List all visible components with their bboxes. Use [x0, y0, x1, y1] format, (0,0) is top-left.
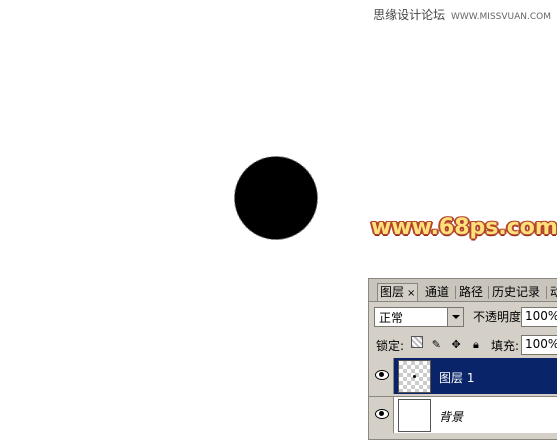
tab-actions-label: 动 — [550, 285, 557, 299]
opacity-value: 100% — [525, 309, 557, 323]
tab-divider — [488, 286, 489, 299]
layer-thumbnail — [398, 399, 431, 432]
blend-mode-value: 正常 — [379, 311, 404, 325]
watermark-url: WWW.MISSVUAN.COM — [451, 12, 551, 22]
thumbnail-dot — [413, 375, 416, 378]
fill-input[interactable]: 100% — [521, 335, 557, 355]
tab-history[interactable]: 历史记录 — [490, 284, 542, 301]
tab-layers[interactable]: 图层 × — [377, 283, 419, 301]
opacity-label: 不透明度: — [473, 310, 526, 324]
panel-tabs: 图层 × 通道 路径 历史记录 动 — [369, 279, 557, 302]
visibility-toggle[interactable] — [369, 358, 394, 394]
watermark-site-name: 思缘设计论坛 — [373, 8, 446, 22]
watermark-text: 思缘设计论坛 WWW.MISSVUAN.COM — [373, 6, 551, 23]
fill-value: 100% — [525, 337, 557, 351]
close-icon[interactable]: × — [407, 288, 415, 299]
eye-icon — [375, 370, 389, 380]
lock-all-icon[interactable]: 🔒︎ — [469, 338, 482, 351]
layer-name: 背景 — [439, 410, 464, 424]
blend-mode-select[interactable]: 正常 — [374, 307, 464, 327]
lock-brush-icon[interactable]: ✎ — [430, 338, 443, 351]
tab-paths-label: 路径 — [459, 285, 484, 299]
lock-transparency-icon[interactable] — [411, 336, 423, 348]
lock-options: ✎ ✥ 🔒︎ — [411, 336, 485, 351]
lock-label: 锁定: — [376, 339, 405, 353]
tab-divider — [455, 286, 456, 299]
lock-move-icon[interactable]: ✥ — [450, 338, 463, 351]
selected-black-circle[interactable] — [234, 156, 318, 240]
fill-label: 填充: — [491, 339, 520, 353]
tab-history-label: 历史记录 — [492, 285, 541, 299]
layer-thumbnail — [398, 360, 431, 393]
tab-channels-label: 通道 — [425, 285, 450, 299]
visibility-toggle[interactable] — [369, 397, 394, 433]
tab-channels[interactable]: 通道 — [423, 284, 451, 301]
layers-panel: 图层 × 通道 路径 历史记录 动 正常 不透明度: 100% 锁定: ✎ ✥ 🔒… — [368, 278, 557, 440]
site-watermark-logo: www.68ps.com — [371, 215, 557, 240]
tab-layers-label: 图层 — [380, 285, 405, 299]
layer-row-background[interactable]: 背景 — [369, 396, 557, 433]
chevron-down-icon[interactable] — [447, 308, 463, 326]
tab-divider — [546, 286, 547, 299]
layer-row-layer-1[interactable]: 图层 1 — [369, 358, 557, 394]
eye-icon — [375, 409, 389, 419]
tab-actions[interactable]: 动 — [548, 284, 557, 301]
layer-name: 图层 1 — [439, 371, 475, 385]
tab-paths[interactable]: 路径 — [457, 284, 485, 301]
opacity-input[interactable]: 100% — [521, 307, 557, 327]
